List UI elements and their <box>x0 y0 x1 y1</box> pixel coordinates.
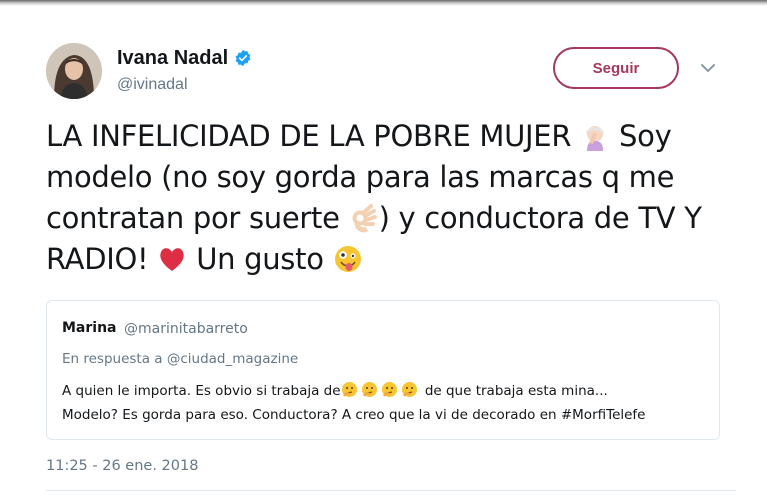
quoted-author-handle: @marinitabarreto <box>124 321 248 337</box>
thinking-face-icon <box>361 381 378 398</box>
thinking-face-icon <box>401 381 418 398</box>
reply-context: En respuesta a @ciudad_magazine <box>62 351 299 367</box>
thinking-face-icon <box>341 381 358 398</box>
thinking-face-icon <box>381 381 398 398</box>
verified-badge-icon <box>234 49 252 67</box>
ok-hand-icon <box>349 203 379 233</box>
author-name[interactable]: Ivana Nadal <box>117 47 228 69</box>
author-name-row: Ivana Nadal <box>117 47 252 69</box>
chevron-down-icon[interactable] <box>700 61 716 73</box>
tweet-text-part: Un gusto <box>187 242 333 276</box>
red-heart-icon <box>157 244 187 274</box>
avatar[interactable] <box>46 43 102 99</box>
tweet-text: LA INFELICIDAD DE LA POBRE MUJER Soy mod… <box>46 116 736 280</box>
author-handle[interactable]: @ivinadal <box>117 76 188 94</box>
tweet-timestamp[interactable]: 11:25 - 26 ene. 2018 <box>46 458 198 474</box>
woman-facepalming-icon <box>580 121 610 151</box>
quoted-text-part: A quien le importa. Es obvio si trabaja … <box>62 383 341 399</box>
tweet-card: Ivana Nadal @ivinadal Seguir LA INFELICI… <box>0 0 767 495</box>
quoted-text-line2: Modelo? Es gorda para eso. Conductora? A… <box>62 407 646 423</box>
quoted-tweet[interactable]: Marina @marinitabarreto En respuesta a @… <box>46 300 720 440</box>
follow-button[interactable]: Seguir <box>553 47 679 89</box>
quoted-author-name: Marina <box>62 320 117 336</box>
zany-face-icon <box>333 244 363 274</box>
divider <box>46 490 736 491</box>
tweet-text-part: LA INFELICIDAD DE LA POBRE MUJER <box>46 119 581 153</box>
quoted-text-part: de que trabaja esta mina... <box>420 383 608 399</box>
quoted-tweet-text: A quien le importa. Es obvio si trabaja … <box>62 379 712 427</box>
